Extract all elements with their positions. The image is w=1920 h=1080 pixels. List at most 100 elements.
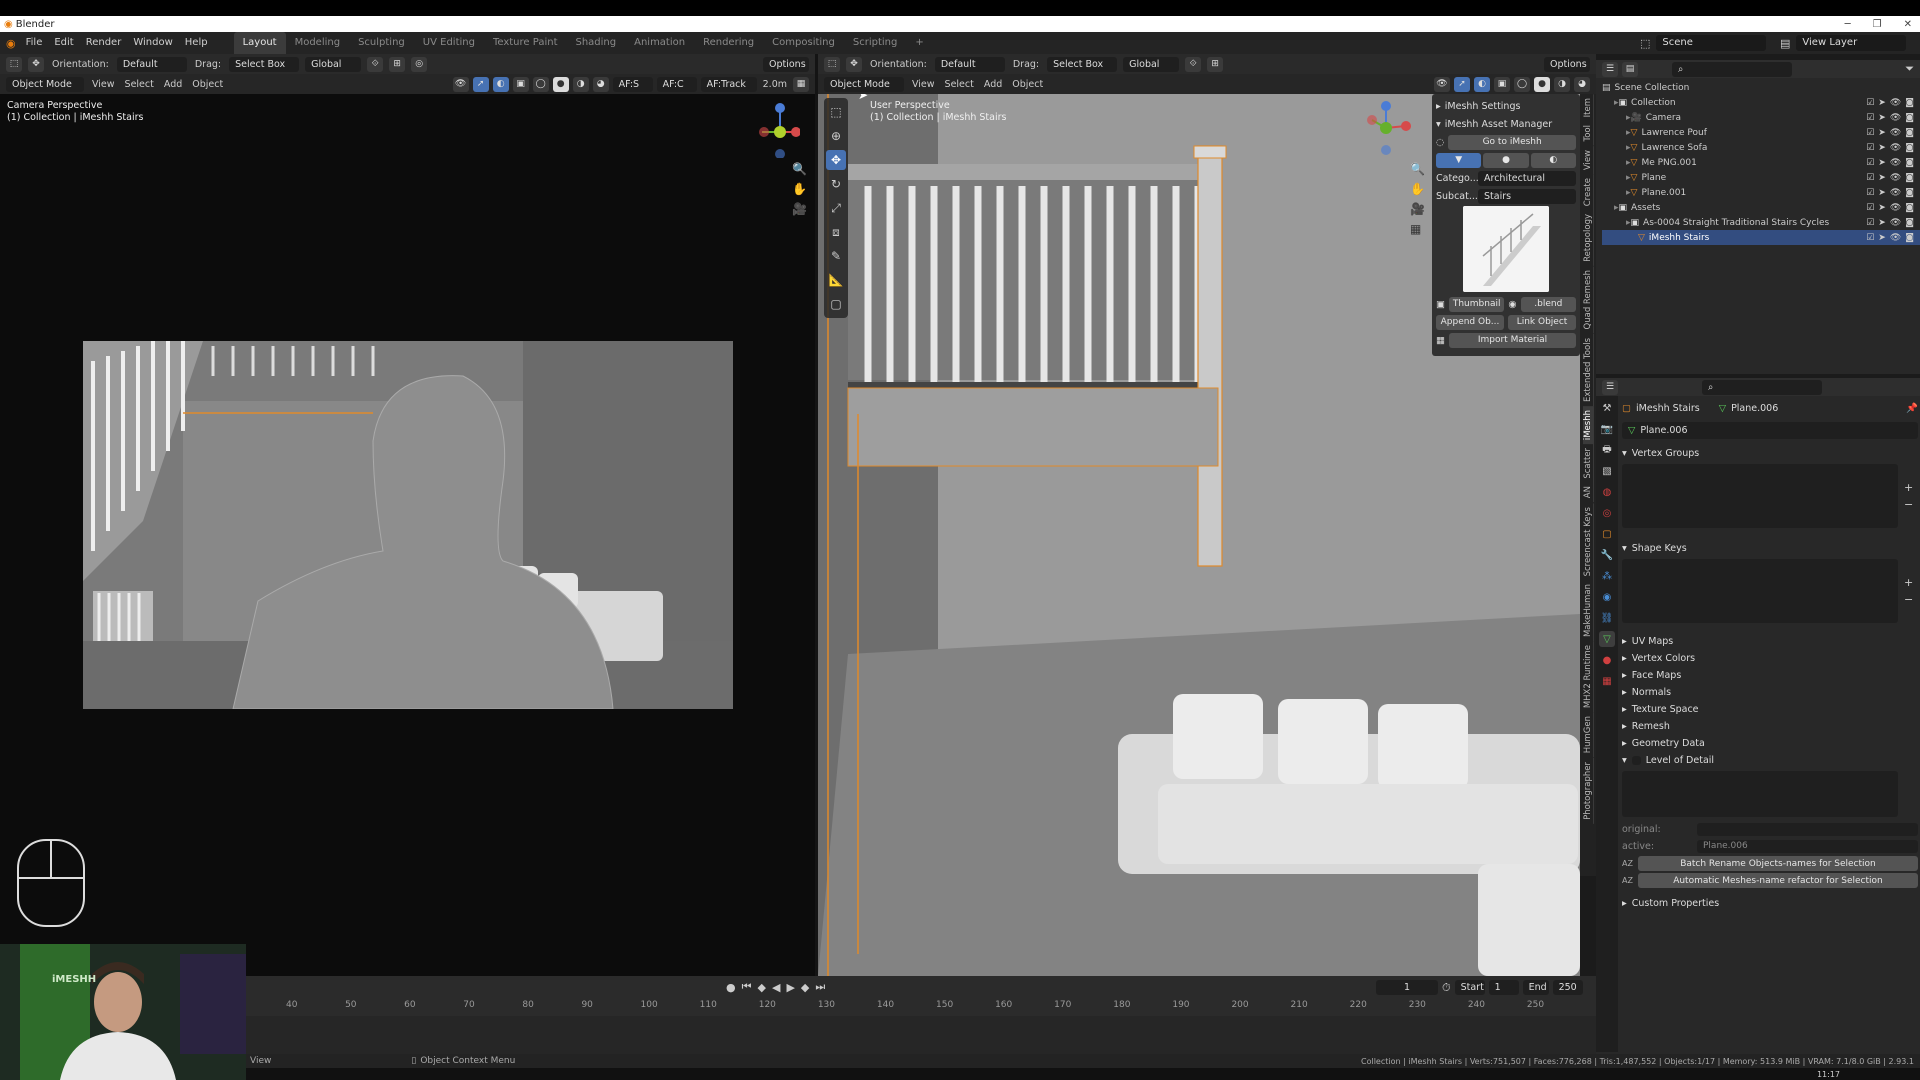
transform-move-icon[interactable]: ✥ [28, 56, 44, 72]
tab-rendering[interactable]: Rendering [694, 32, 763, 54]
eye-icon[interactable]: 👁 [1890, 203, 1901, 213]
render-camera-icon[interactable]: ◙ [1905, 203, 1914, 213]
select-arrow-icon[interactable]: ➤ [1878, 143, 1886, 153]
select-arrow-icon[interactable]: ➤ [1878, 218, 1886, 228]
auto-meshes-rename-button[interactable]: Automatic Meshes-name refactor for Selec… [1637, 873, 1918, 888]
rendered-shading-icon[interactable]: ◕ [592, 76, 609, 92]
af-c-button[interactable]: AF:C [656, 76, 697, 92]
import-material-button[interactable]: Import Material [1448, 332, 1576, 348]
left-menu-object[interactable]: Object [190, 79, 225, 90]
outliner-row[interactable]: ▸ ▽ Lawrence Sofa ☑ ➤ 👁 ◙ [1602, 140, 1920, 155]
collapsed-section-uv-maps[interactable]: ▸ UV Maps [1622, 633, 1918, 650]
shape-keys-list[interactable] [1622, 559, 1898, 623]
side-tab-item[interactable]: Item [1582, 94, 1594, 122]
side-tab-view[interactable]: View [1582, 145, 1594, 175]
options-dropdown[interactable]: Options [763, 56, 809, 72]
side-tab-screencast-keys[interactable]: Screencast Keys [1582, 502, 1594, 581]
blend-button[interactable]: .blend [1520, 296, 1576, 312]
menu-render[interactable]: Render [80, 32, 128, 54]
collapsed-section-vertex-colors[interactable]: ▸ Vertex Colors [1622, 650, 1918, 667]
collapsed-section-remesh[interactable]: ▸ Remesh [1622, 718, 1918, 735]
object-props-tab-icon[interactable]: ▢ [1599, 526, 1615, 542]
properties-search-input[interactable]: ⌕ [1702, 379, 1822, 395]
outliner-filter-icon[interactable]: ⏷ [1905, 62, 1914, 76]
right-menu-select[interactable]: Select [943, 79, 976, 90]
append-object-button[interactable]: Append Ob... [1436, 314, 1504, 330]
pivot-icon[interactable]: ⟐ [367, 56, 384, 72]
menu-edit[interactable]: Edit [48, 32, 79, 54]
cursor-tool-icon[interactable]: ⊕ [826, 126, 846, 146]
eye-icon[interactable]: 👁 [1890, 128, 1901, 138]
imeshh-settings-row[interactable]: ▸ iMeshh Settings [1436, 98, 1576, 114]
render-camera-icon[interactable]: ◙ [1905, 128, 1914, 138]
eye-icon[interactable]: 👁 [1890, 173, 1901, 183]
right-camera-icon[interactable]: 🎥 [1410, 202, 1425, 216]
solid-shading-icon[interactable]: ● [552, 76, 569, 92]
visibility-toggles[interactable]: ☑ ➤ 👁 ◙ [1866, 218, 1914, 228]
timeline-track-area[interactable] [246, 1016, 1596, 1054]
blender-menu-icon[interactable]: ◉ [6, 37, 16, 50]
side-tab-scatter[interactable]: Scatter [1582, 443, 1594, 483]
tab-scripting[interactable]: Scripting [844, 32, 906, 54]
collapsed-section-normals[interactable]: ▸ Normals [1622, 684, 1918, 701]
right-tool-settings-icon[interactable]: ⬚ [824, 56, 840, 72]
outliner-row[interactable]: ▽ iMeshh Stairs ☑ ➤ 👁 ◙ [1602, 230, 1920, 245]
side-tab-imeshh[interactable]: iMeshh [1582, 405, 1594, 444]
original-field[interactable] [1697, 823, 1918, 836]
world-props-tab-icon[interactable]: ◎ [1599, 505, 1615, 521]
scale-tool-icon[interactable]: ⤢ [826, 198, 846, 218]
tab-layout[interactable]: Layout [233, 32, 286, 54]
tab-sculpting[interactable]: Sculpting [349, 32, 414, 54]
af-s-button[interactable]: AF:S [612, 76, 653, 92]
select-arrow-icon[interactable]: ➤ [1878, 98, 1886, 108]
section-expand-icon[interactable]: ▸ [1622, 721, 1627, 732]
right-view-object-types-icon[interactable]: 👁 [1434, 76, 1450, 92]
eye-icon[interactable]: 👁 [1890, 188, 1901, 198]
select-arrow-icon[interactable]: ➤ [1878, 233, 1886, 243]
side-tab-extended-tools[interactable]: Extended Tools [1582, 333, 1594, 406]
thumbnail-button[interactable]: Thumbnail [1448, 296, 1505, 312]
render-camera-icon[interactable]: ◙ [1905, 143, 1914, 153]
go-to-imeshh-button[interactable]: Go to iMeshh [1448, 134, 1576, 150]
outliner-row[interactable]: ▸ ▣ As-0004 Straight Traditional Stairs C… [1602, 215, 1920, 230]
checkbox-icon[interactable]: ☑ [1866, 173, 1874, 183]
tab-compositing[interactable]: Compositing [763, 32, 844, 54]
visibility-toggles[interactable]: ☑ ➤ 👁 ◙ [1866, 233, 1914, 243]
eye-icon[interactable]: 👁 [1890, 98, 1901, 108]
outliner-row[interactable]: ▸ ▣ Collection ☑ ➤ 👁 ◙ [1602, 95, 1920, 110]
side-tab-create[interactable]: Create [1582, 174, 1594, 211]
move-tool-icon[interactable]: ✥ [826, 150, 846, 170]
eye-icon[interactable]: 👁 [1890, 218, 1901, 228]
gizmo-toggle-icon[interactable]: ➚ [472, 76, 489, 92]
snap-icon[interactable]: ⊞ [389, 56, 406, 72]
right-overlay-toggle-icon[interactable]: ◐ [1474, 76, 1490, 92]
right-rendered-shading-icon[interactable]: ◕ [1574, 76, 1590, 92]
render-camera-icon[interactable]: ◙ [1905, 98, 1914, 108]
visibility-toggles[interactable]: ☑ ➤ 👁 ◙ [1866, 158, 1914, 168]
lod-checkbox[interactable] [1631, 756, 1641, 765]
section-expand-icon[interactable]: ▸ [1622, 636, 1627, 647]
section-expand-icon[interactable]: ▸ [1622, 670, 1627, 681]
link-object-button[interactable]: Link Object [1508, 314, 1576, 330]
tab-modeling[interactable]: Modeling [286, 32, 350, 54]
right-transform-orientation-dropdown[interactable]: Global [1123, 56, 1180, 72]
menu-window[interactable]: Window [127, 32, 178, 54]
tab-shading[interactable]: Shading [566, 32, 625, 54]
active-field[interactable]: Plane.006 [1697, 840, 1918, 853]
right-menu-view[interactable]: View [910, 79, 937, 90]
right-menu-object[interactable]: Object [1010, 79, 1045, 90]
properties-editor-type-icon[interactable]: ☰ [1602, 379, 1618, 395]
particles-props-tab-icon[interactable]: ⁂ [1599, 568, 1615, 584]
maximize-icon[interactable]: ❐ [1873, 19, 1882, 30]
custom-props-expand-icon[interactable]: ▸ [1622, 898, 1627, 909]
shape-key-add-icon[interactable]: + [1904, 576, 1913, 589]
modifier-props-tab-icon[interactable]: 🔧 [1599, 547, 1615, 563]
side-tab-retopology[interactable]: Retopology [1582, 210, 1594, 267]
left-menu-view[interactable]: View [90, 79, 117, 90]
left-mode-dropdown[interactable]: Object Mode [6, 76, 84, 92]
batch-rename-button[interactable]: Batch Rename Objects-names for Selection [1637, 856, 1918, 871]
pan-hand-icon[interactable]: ✋ [792, 182, 807, 196]
right-wireframe-shading-icon[interactable]: ◯ [1514, 76, 1530, 92]
transform-tool-icon[interactable]: ⧈ [826, 222, 846, 242]
collapsed-section-geometry-data[interactable]: ▸ Geometry Data [1622, 735, 1918, 752]
